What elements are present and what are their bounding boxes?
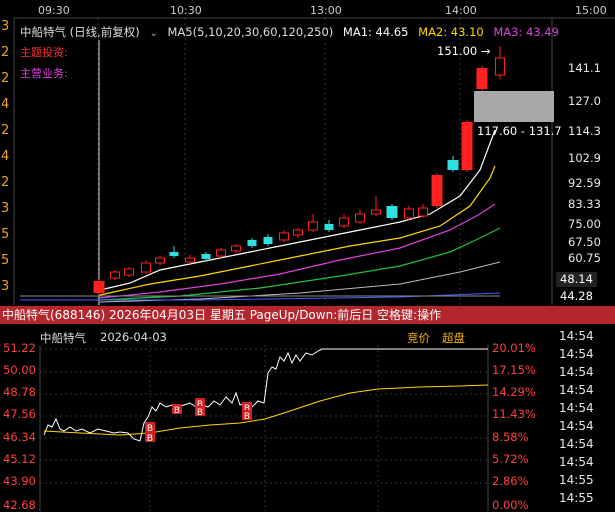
tick-time: 14:54 [559, 401, 594, 415]
price-tick: 92.59 [568, 176, 601, 190]
tick-time-list[interactable]: 14:54 14:54 14:54 14:54 14:54 14:54 14:5… [0, 325, 615, 511]
price-tick: 127.0 [568, 94, 601, 108]
price-tick: 75.00 [568, 217, 601, 231]
price-tag-current: 48.14 [556, 272, 597, 287]
price-tick: 102.9 [568, 151, 601, 165]
status-bar: 中船特气(688146) 2026年04月03日 星期五 PageUp/Down… [0, 306, 615, 324]
tick-time: 14:54 [559, 383, 594, 397]
tick-time: 14:54 [559, 365, 594, 379]
price-tick: 83.33 [568, 197, 601, 211]
price-tick: 60.75 [568, 251, 601, 265]
tick-time: 14:54 [559, 455, 594, 469]
tick-time: 14:54 [559, 419, 594, 433]
tick-time: 14:54 [559, 329, 594, 343]
price-tick: 67.50 [568, 235, 601, 249]
price-tick: 114.3 [568, 124, 601, 138]
price-tick: 141.1 [568, 61, 601, 75]
tick-time: 14:54 [559, 347, 594, 361]
tick-time: 14:54 [559, 437, 594, 451]
price-tag-low: 44.28 [556, 289, 597, 304]
price-axis: 141.1 127.0 114.3 102.9 92.59 83.33 75.0… [0, 0, 615, 306]
tick-time: 14:55 [559, 491, 594, 505]
tick-time: 14:55 [559, 473, 594, 487]
